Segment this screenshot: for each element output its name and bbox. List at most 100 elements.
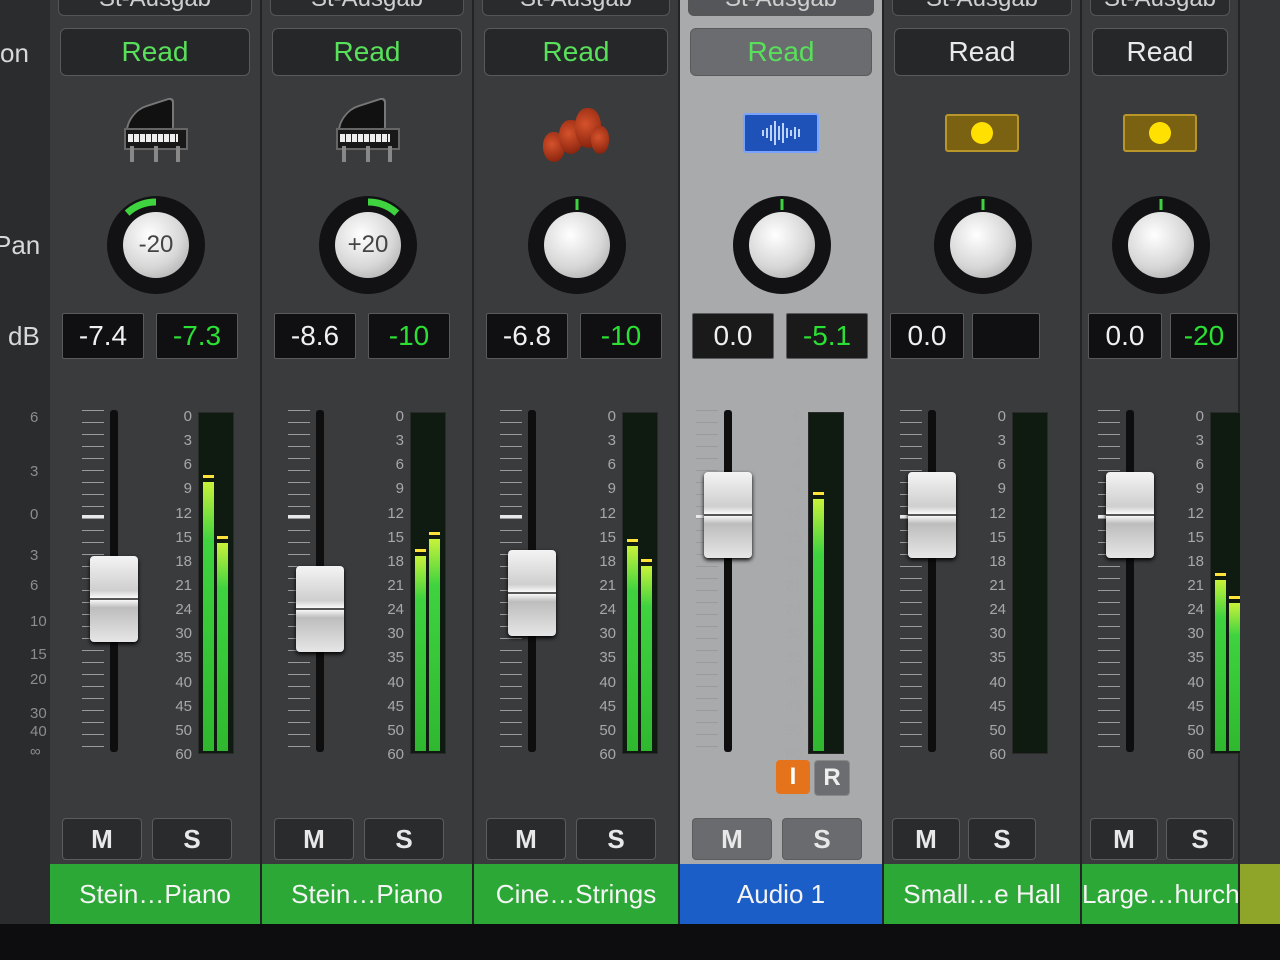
mute-button[interactable]: M xyxy=(892,818,960,860)
peak-display[interactable] xyxy=(972,313,1040,359)
solo-button[interactable]: S xyxy=(576,818,656,860)
output-button[interactable]: St-Ausgab xyxy=(482,0,670,16)
channel-strip: St-Ausgab Read 0.0 0 3 6 9 12 15 18 21 24 30 35 40 45 50… xyxy=(884,0,1082,960)
meter-scale-tick: 50 xyxy=(599,721,616,739)
meter-scale-tick: 30 xyxy=(989,625,1006,643)
meter-bar xyxy=(813,499,824,751)
meter-scale-tick: 9 xyxy=(997,480,1006,498)
fader-scale-tick: 6 xyxy=(30,577,39,594)
fader-ticks xyxy=(696,410,718,752)
fader-scale-tick: 0 xyxy=(30,506,39,523)
peak-display[interactable]: -7.3 xyxy=(156,313,238,359)
volume-display[interactable]: 0.0 xyxy=(890,313,964,359)
volume-fader[interactable] xyxy=(508,550,556,637)
volume-fader[interactable] xyxy=(704,472,752,558)
peak-display[interactable]: -10 xyxy=(368,313,450,359)
track-name[interactable]: Stein…Piano xyxy=(50,864,260,924)
piano-leg xyxy=(342,146,346,162)
solo-button[interactable]: S xyxy=(364,818,444,860)
meter-scale-tick: 6 xyxy=(1195,456,1204,474)
meter-bar xyxy=(1215,579,1226,751)
automation-mode-button[interactable]: Read xyxy=(484,28,668,76)
row-label-column: on Pan dB 6 3 0 3 6 10 15 20 30 40 ∞ xyxy=(0,0,50,960)
mute-button[interactable]: M xyxy=(486,818,566,860)
unity-gain-mark xyxy=(500,515,522,518)
meter-scale-tick: 6 xyxy=(793,456,802,474)
meter-scale-tick: 24 xyxy=(387,601,404,619)
volume-fader[interactable] xyxy=(1106,472,1154,558)
volume-display[interactable]: 0.0 xyxy=(692,313,774,359)
automation-mode-button[interactable]: Read xyxy=(60,28,250,76)
meter-scale-tick: 40 xyxy=(785,673,802,691)
meter-scale-tick: 15 xyxy=(387,528,404,546)
solo-button[interactable]: S xyxy=(1166,818,1234,860)
meter-scale-tick: 21 xyxy=(785,577,802,594)
meter-scale-tick: 35 xyxy=(599,649,616,667)
meter-scale-tick: 18 xyxy=(599,552,616,570)
meter-bar xyxy=(217,542,228,751)
bottom-bar xyxy=(0,924,1280,960)
meter-scale-tick: 40 xyxy=(387,673,404,691)
solo-button[interactable]: S xyxy=(152,818,232,860)
track-name[interactable]: Stein…Piano xyxy=(262,864,472,924)
pan-knob-control[interactable]: -20 xyxy=(107,196,205,294)
solo-button[interactable]: S xyxy=(782,818,862,860)
track-name[interactable]: Cine…Strings xyxy=(474,864,678,924)
output-button[interactable]: St-Ausgab xyxy=(270,0,464,16)
meter-scale-tick: 40 xyxy=(599,673,616,691)
volume-fader[interactable] xyxy=(90,555,138,642)
pan-knob-control[interactable]: +20 xyxy=(319,196,417,294)
fader-scale-tick: ∞ xyxy=(30,743,41,760)
meter-scale-tick: 15 xyxy=(785,528,802,546)
unity-gain-mark xyxy=(288,515,310,518)
automation-mode-button[interactable]: Read xyxy=(272,28,462,76)
piano-leg xyxy=(366,146,370,162)
piano-graphic xyxy=(332,96,402,168)
output-button[interactable]: St-Ausgab xyxy=(1090,0,1230,16)
mute-button[interactable]: M xyxy=(692,818,772,860)
meter-scale-tick: 0 xyxy=(997,408,1006,425)
meter-scale-tick: 45 xyxy=(1187,697,1204,715)
volume-fader[interactable] xyxy=(296,566,344,653)
piano-leg xyxy=(388,146,392,162)
meter-scale-tick: 60 xyxy=(387,746,404,763)
input-monitor-button[interactable]: I xyxy=(776,760,810,794)
mute-button[interactable]: M xyxy=(1090,818,1158,860)
automation-mode-button[interactable]: Read xyxy=(690,28,872,76)
meter-scale-tick: 18 xyxy=(175,552,192,570)
meter-scale-tick: 50 xyxy=(989,721,1006,739)
track-name[interactable]: Small…e Hall xyxy=(884,864,1080,924)
solo-button[interactable]: S xyxy=(968,818,1036,860)
mute-button[interactable]: M xyxy=(62,818,142,860)
pan-knob-control[interactable] xyxy=(733,196,831,294)
channel-strip: St-Ausgab Read 0.0-20 0 3 6 9 12 15 18 21 24 30 35 40 4… xyxy=(1082,0,1246,960)
meter-scale-tick: 0 xyxy=(607,408,616,425)
peak-display[interactable]: -10 xyxy=(580,313,662,359)
output-button[interactable]: St-Ausgab xyxy=(892,0,1072,16)
volume-display[interactable]: -6.8 xyxy=(486,313,568,359)
record-enable-button[interactable]: R xyxy=(814,760,850,796)
meter-scale-tick: 35 xyxy=(1187,649,1204,667)
automation-mode-button[interactable]: Read xyxy=(1092,28,1228,76)
pan-knob-control[interactable] xyxy=(934,196,1032,294)
peak-display[interactable]: -5.1 xyxy=(786,313,868,359)
volume-display[interactable]: -8.6 xyxy=(274,313,356,359)
output-button[interactable]: St-Ausgab xyxy=(58,0,252,16)
automation-mode-button[interactable]: Read xyxy=(894,28,1070,76)
meter-peak-marker xyxy=(813,492,824,495)
volume-display[interactable]: 0.0 xyxy=(1088,313,1162,359)
fader-scale-tick: 3 xyxy=(30,463,39,480)
peak-display[interactable]: -20 xyxy=(1170,313,1238,359)
track-name[interactable]: Audio 1 xyxy=(680,864,882,924)
pan-knob-control[interactable] xyxy=(1112,196,1210,294)
volume-display[interactable]: -7.4 xyxy=(62,313,144,359)
volume-fader[interactable] xyxy=(908,472,956,558)
pan-knob-control[interactable] xyxy=(528,196,626,294)
track-name[interactable]: Large…hurch xyxy=(1082,864,1238,924)
meter-scale-tick: 3 xyxy=(395,432,404,450)
meter-bar xyxy=(627,546,638,751)
output-button[interactable]: St-Ausgab xyxy=(688,0,874,16)
mute-button[interactable]: M xyxy=(274,818,354,860)
meter-scale-tick: 9 xyxy=(793,480,802,498)
meter-scale-tick: 18 xyxy=(1187,552,1204,570)
